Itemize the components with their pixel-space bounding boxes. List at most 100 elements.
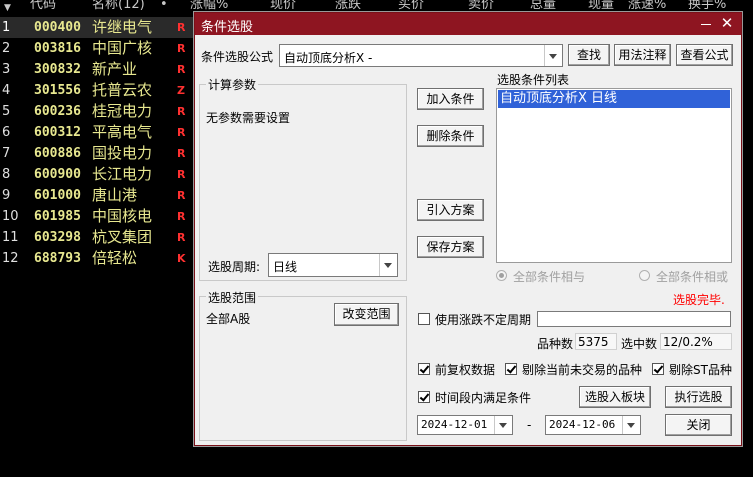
table-row[interactable]: 4 301556 托普云农 Z: [0, 80, 200, 101]
chevron-down-icon[interactable]: [622, 416, 640, 434]
sort-down-icon[interactable]: ▼: [4, 1, 11, 14]
column-header[interactable]: 总量: [530, 0, 556, 12]
range-group: 选股范围 全部A股 改变范围: [199, 289, 407, 441]
stock-flag: R: [177, 42, 186, 55]
dialog-title: 条件选股: [201, 20, 254, 35]
execute-selection-button[interactable]: 执行选股: [665, 386, 732, 408]
row-index: 8: [2, 167, 11, 182]
stock-flag: R: [177, 63, 186, 76]
close-icon[interactable]: ✕: [719, 13, 735, 33]
use-limit-period-checkbox[interactable]: [418, 313, 430, 325]
row-index: 4: [2, 83, 11, 98]
stock-name: 中国广核: [92, 39, 153, 57]
column-header[interactable]: 涨幅%: [190, 0, 228, 12]
stock-flag: R: [177, 210, 186, 223]
stock-code: 300832: [34, 62, 81, 77]
column-header[interactable]: 名称(12): [92, 0, 145, 12]
radio-or-label: 全部条件相或: [656, 270, 729, 284]
minimize-icon[interactable]: [699, 14, 713, 32]
table-row[interactable]: 9 601000 唐山港 R: [0, 185, 200, 206]
end-date: 2024-12-06: [549, 418, 616, 431]
chevron-down-icon[interactable]: [494, 416, 512, 434]
row-index: 7: [2, 146, 11, 161]
condition-list-label: 选股条件列表: [497, 73, 570, 87]
usage-notes-button[interactable]: 用法注释: [614, 44, 671, 66]
column-header[interactable]: 代码: [30, 0, 56, 12]
condition-list[interactable]: 自动顶底分析X 日线: [496, 88, 732, 263]
column-header[interactable]: 卖价: [468, 0, 494, 12]
use-limit-period-label: 使用涨跌不定周期: [435, 313, 532, 327]
chevron-down-icon[interactable]: [379, 254, 397, 276]
table-row[interactable]: 7 600886 国投电力 R: [0, 143, 200, 164]
limit-period-input[interactable]: [537, 311, 731, 327]
column-header[interactable]: •: [160, 0, 168, 12]
stock-flag: K: [177, 252, 186, 265]
params-text: 无参数需要设置: [206, 111, 291, 125]
time-range-checkbox[interactable]: [418, 391, 430, 403]
variety-count-field: 5375: [575, 333, 617, 350]
save-plan-button[interactable]: 保存方案: [417, 236, 484, 258]
stock-code: 600900: [34, 167, 81, 182]
range-value: 全部A股: [206, 312, 251, 326]
formula-value: 自动顶底分析X -: [284, 51, 373, 65]
stock-code: 301556: [34, 83, 81, 98]
table-row[interactable]: 12 688793 倍轻松 K: [0, 248, 200, 269]
radio-or-option[interactable]: [639, 270, 650, 281]
stock-code: 600236: [34, 104, 81, 119]
stock-code: 600312: [34, 125, 81, 140]
column-header[interactable]: 换手%: [688, 0, 726, 12]
stock-flag: R: [177, 126, 186, 139]
stock-name: 新产业: [92, 60, 138, 78]
table-row[interactable]: 5 600236 桂冠电力 R: [0, 101, 200, 122]
status-text: 选股完毕.: [673, 293, 725, 307]
find-button[interactable]: 查找: [568, 44, 610, 66]
close-button[interactable]: 关闭: [665, 414, 732, 436]
table-row[interactable]: 6 600312 平高电气 R: [0, 122, 200, 143]
table-row[interactable]: 3 300832 新产业 R: [0, 59, 200, 80]
end-date-picker[interactable]: 2024-12-06: [545, 415, 641, 435]
column-header[interactable]: 买价: [398, 0, 424, 12]
range-group-title: 选股范围: [206, 289, 259, 306]
radio-and-option[interactable]: [496, 270, 507, 281]
table-row[interactable]: 1 000400 许继电气 R: [0, 17, 200, 38]
column-header[interactable]: 涨跌: [335, 0, 361, 12]
row-index: 10: [2, 209, 19, 224]
pre-adjust-checkbox[interactable]: [418, 363, 430, 375]
change-range-button[interactable]: 改变范围: [334, 303, 399, 326]
exclude-untraded-checkbox[interactable]: [505, 363, 517, 375]
formula-label: 条件选股公式: [201, 50, 274, 64]
start-date-picker[interactable]: 2024-12-01: [417, 415, 513, 435]
view-formula-button[interactable]: 查看公式: [676, 44, 733, 66]
column-header[interactable]: 现量: [588, 0, 614, 12]
row-index: 1: [2, 20, 11, 35]
table-row[interactable]: 11 603298 杭叉集团 R: [0, 227, 200, 248]
chevron-down-icon[interactable]: [544, 45, 562, 66]
stock-code: 601985: [34, 209, 81, 224]
add-condition-button[interactable]: 加入条件: [417, 88, 484, 110]
exclude-st-label: 剔除ST品种: [669, 363, 732, 377]
condition-stock-selection-dialog: 条件选股 ✕ 条件选股公式 自动顶底分析X - 查找 用法注释 查看公式 计算参…: [194, 12, 742, 446]
stock-code: 003816: [34, 41, 81, 56]
import-plan-button[interactable]: 引入方案: [417, 199, 484, 221]
condition-list-item-label: 自动顶底分析X 日线: [500, 91, 618, 106]
exclude-st-checkbox[interactable]: [652, 363, 664, 375]
exclude-untraded-label: 剔除当前未交易的品种: [522, 363, 643, 377]
delete-condition-button[interactable]: 删除条件: [417, 125, 484, 147]
selected-count: 12/0.2%: [663, 335, 713, 349]
column-header[interactable]: 现价: [270, 0, 296, 12]
stock-name: 桂冠电力: [92, 102, 153, 120]
to-block-button[interactable]: 选股入板块: [579, 386, 651, 408]
stock-name: 倍轻松: [92, 249, 138, 267]
params-group-title: 计算参数: [206, 76, 259, 93]
stock-code: 688793: [34, 251, 81, 266]
condition-list-item[interactable]: 自动顶底分析X 日线: [498, 90, 730, 108]
stock-name: 平高电气: [92, 123, 153, 141]
period-select[interactable]: 日线: [268, 253, 398, 277]
dialog-titlebar[interactable]: 条件选股 ✕: [195, 13, 741, 35]
column-header[interactable]: 涨速%: [628, 0, 666, 12]
stock-code: 000400: [34, 20, 81, 35]
table-row[interactable]: 8 600900 长江电力 R: [0, 164, 200, 185]
formula-select[interactable]: 自动顶底分析X -: [279, 44, 563, 67]
table-row[interactable]: 10 601985 中国核电 R: [0, 206, 200, 227]
table-row[interactable]: 2 003816 中国广核 R: [0, 38, 200, 59]
